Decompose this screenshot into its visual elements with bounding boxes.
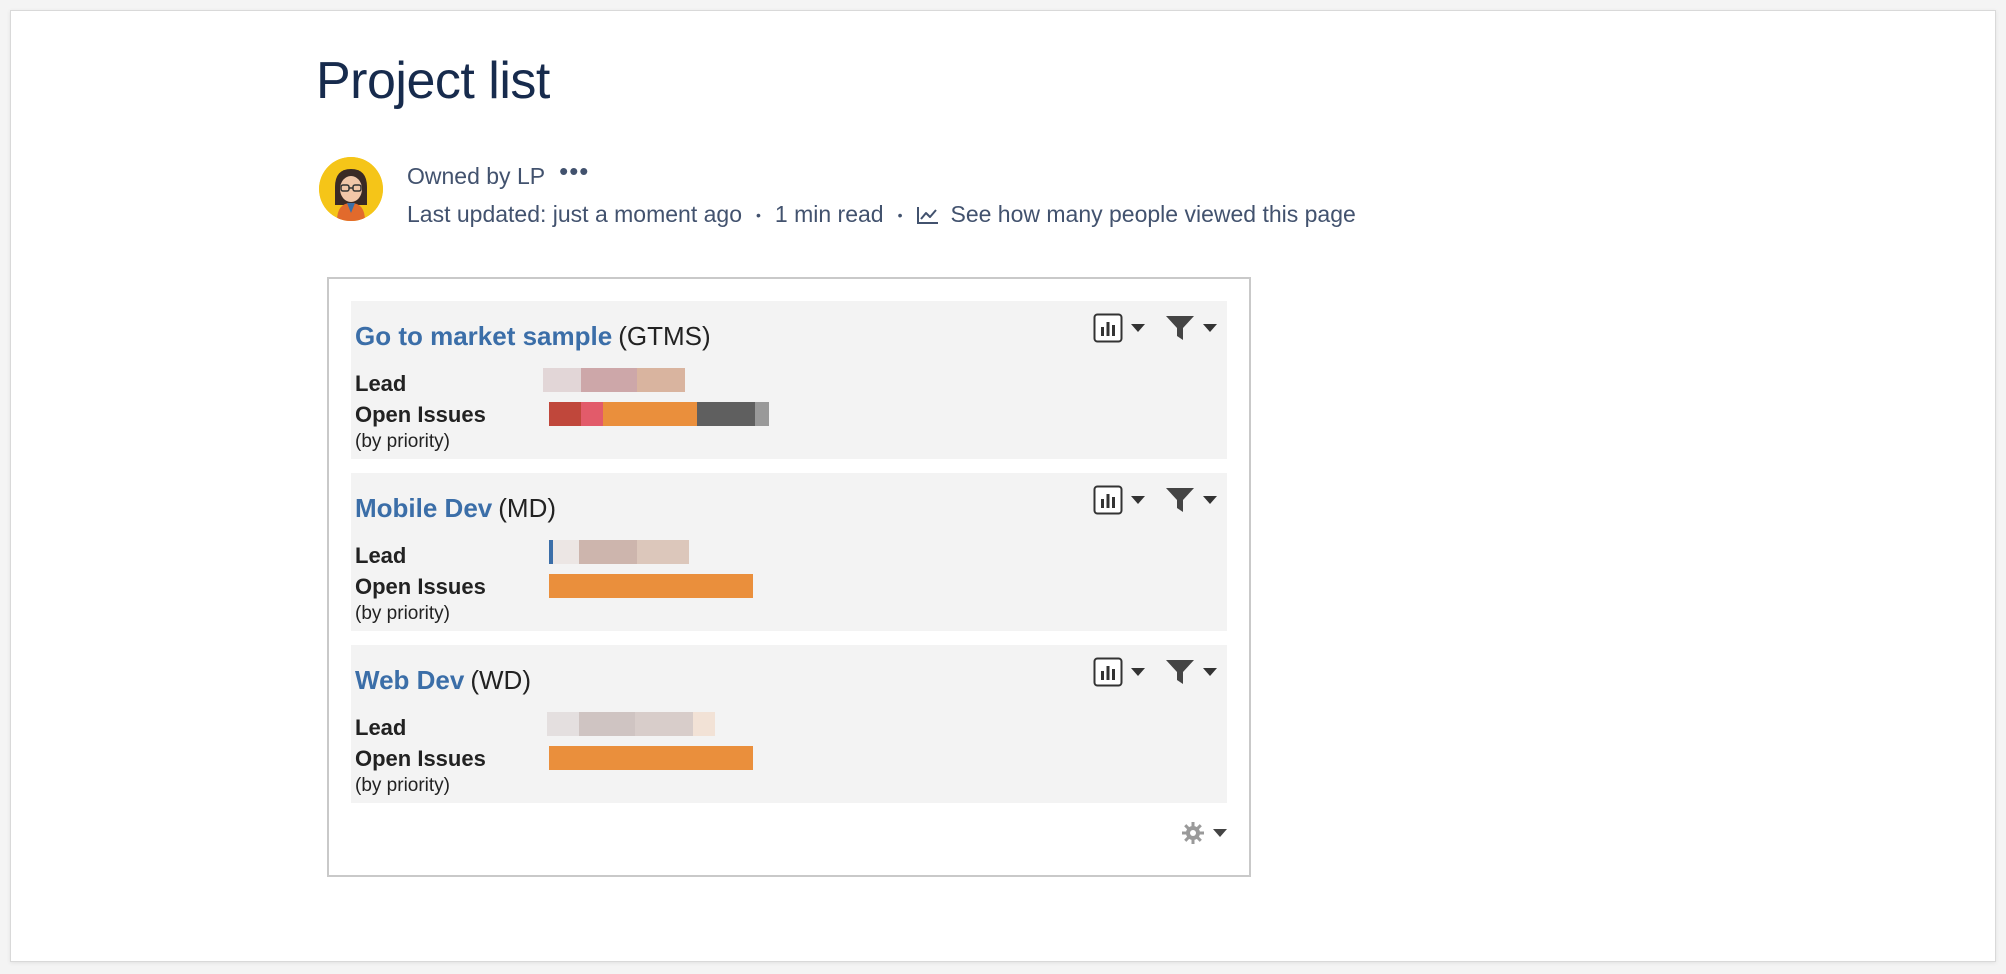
page-frame: Project list Owned by LP ••• Last update… bbox=[10, 10, 1996, 962]
page-byline: Owned by LP ••• Last updated: just a mom… bbox=[319, 157, 1519, 227]
read-time: 1 min read bbox=[774, 201, 884, 227]
filter-icon bbox=[1166, 488, 1194, 512]
filter-menu-button[interactable] bbox=[1165, 486, 1217, 514]
project-link[interactable]: Web Dev bbox=[355, 665, 464, 695]
chevron-down-icon bbox=[1213, 829, 1227, 837]
page-views-label: See how many people viewed this page bbox=[950, 201, 1356, 227]
chevron-down-icon bbox=[1131, 668, 1145, 676]
page-title: Project list bbox=[316, 52, 550, 110]
project-list-widget: Go to market sample (GTMS) Lead Open Iss… bbox=[327, 277, 1251, 877]
filter-menu-button[interactable] bbox=[1165, 314, 1217, 342]
owner-label: Owned by LP bbox=[407, 163, 546, 189]
project-card: Mobile Dev (MD) Lead Open Issues (by pri… bbox=[351, 473, 1227, 631]
project-title: Web Dev (WD) bbox=[355, 665, 531, 696]
project-tools bbox=[1093, 313, 1217, 343]
open-issues-bar[interactable] bbox=[549, 746, 753, 770]
filter-icon bbox=[1166, 316, 1194, 340]
by-priority-label: (by priority) bbox=[355, 603, 451, 624]
chart-menu-button[interactable] bbox=[1093, 485, 1145, 515]
gear-icon bbox=[1182, 822, 1204, 844]
chevron-down-icon bbox=[1203, 668, 1217, 676]
lead-value-redacted bbox=[547, 712, 715, 736]
widget-settings-button[interactable] bbox=[1181, 821, 1227, 845]
owner-line: Owned by LP ••• bbox=[407, 158, 589, 190]
bar-chart-icon bbox=[1093, 657, 1123, 687]
open-issues-label: Open Issues bbox=[355, 746, 486, 771]
avatar[interactable] bbox=[319, 157, 383, 221]
last-updated: Last updated: just a moment ago bbox=[407, 201, 742, 227]
priority-segment bbox=[581, 402, 603, 426]
by-priority-label: (by priority) bbox=[355, 431, 451, 452]
project-key: (GTMS) bbox=[618, 321, 711, 351]
project-key: (WD) bbox=[470, 665, 531, 695]
priority-segment bbox=[549, 574, 753, 598]
project-tools bbox=[1093, 485, 1217, 515]
chart-menu-button[interactable] bbox=[1093, 313, 1145, 343]
filter-icon bbox=[1166, 660, 1194, 684]
analytics-icon bbox=[917, 206, 939, 224]
project-card: Web Dev (WD) Lead Open Issues (by priori… bbox=[351, 645, 1227, 803]
priority-segment bbox=[755, 402, 769, 426]
project-link[interactable]: Go to market sample bbox=[355, 321, 612, 351]
open-issues-label: Open Issues bbox=[355, 574, 486, 599]
chevron-down-icon bbox=[1131, 324, 1145, 332]
page-meta: Last updated: just a moment ago • 1 min … bbox=[407, 201, 1356, 228]
priority-segment bbox=[697, 402, 755, 426]
priority-segment bbox=[549, 402, 581, 426]
bar-chart-icon bbox=[1093, 485, 1123, 515]
project-title: Go to market sample (GTMS) bbox=[355, 321, 711, 352]
more-actions-button[interactable]: ••• bbox=[559, 158, 589, 184]
page-views-link[interactable]: See how many people viewed this page bbox=[916, 201, 1356, 228]
project-link[interactable]: Mobile Dev bbox=[355, 493, 492, 523]
project-card: Go to market sample (GTMS) Lead Open Iss… bbox=[351, 301, 1227, 459]
chevron-down-icon bbox=[1131, 496, 1145, 504]
project-tools bbox=[1093, 657, 1217, 687]
chevron-down-icon bbox=[1203, 324, 1217, 332]
lead-label: Lead bbox=[355, 371, 407, 396]
chart-menu-button[interactable] bbox=[1093, 657, 1145, 687]
open-issues-bar[interactable] bbox=[549, 574, 753, 598]
priority-segment bbox=[549, 746, 753, 770]
lead-value-redacted bbox=[543, 368, 685, 392]
bar-chart-icon bbox=[1093, 313, 1123, 343]
priority-segment bbox=[603, 402, 697, 426]
lead-value-redacted bbox=[549, 540, 689, 564]
open-issues-label: Open Issues bbox=[355, 402, 486, 427]
separator: • bbox=[756, 206, 761, 223]
project-key: (MD) bbox=[498, 493, 557, 523]
lead-label: Lead bbox=[355, 543, 407, 568]
chevron-down-icon bbox=[1203, 496, 1217, 504]
by-priority-label: (by priority) bbox=[355, 775, 451, 796]
open-issues-bar[interactable] bbox=[549, 402, 769, 426]
separator: • bbox=[897, 206, 903, 223]
lead-label: Lead bbox=[355, 715, 407, 740]
filter-menu-button[interactable] bbox=[1165, 658, 1217, 686]
project-title: Mobile Dev (MD) bbox=[355, 493, 556, 524]
